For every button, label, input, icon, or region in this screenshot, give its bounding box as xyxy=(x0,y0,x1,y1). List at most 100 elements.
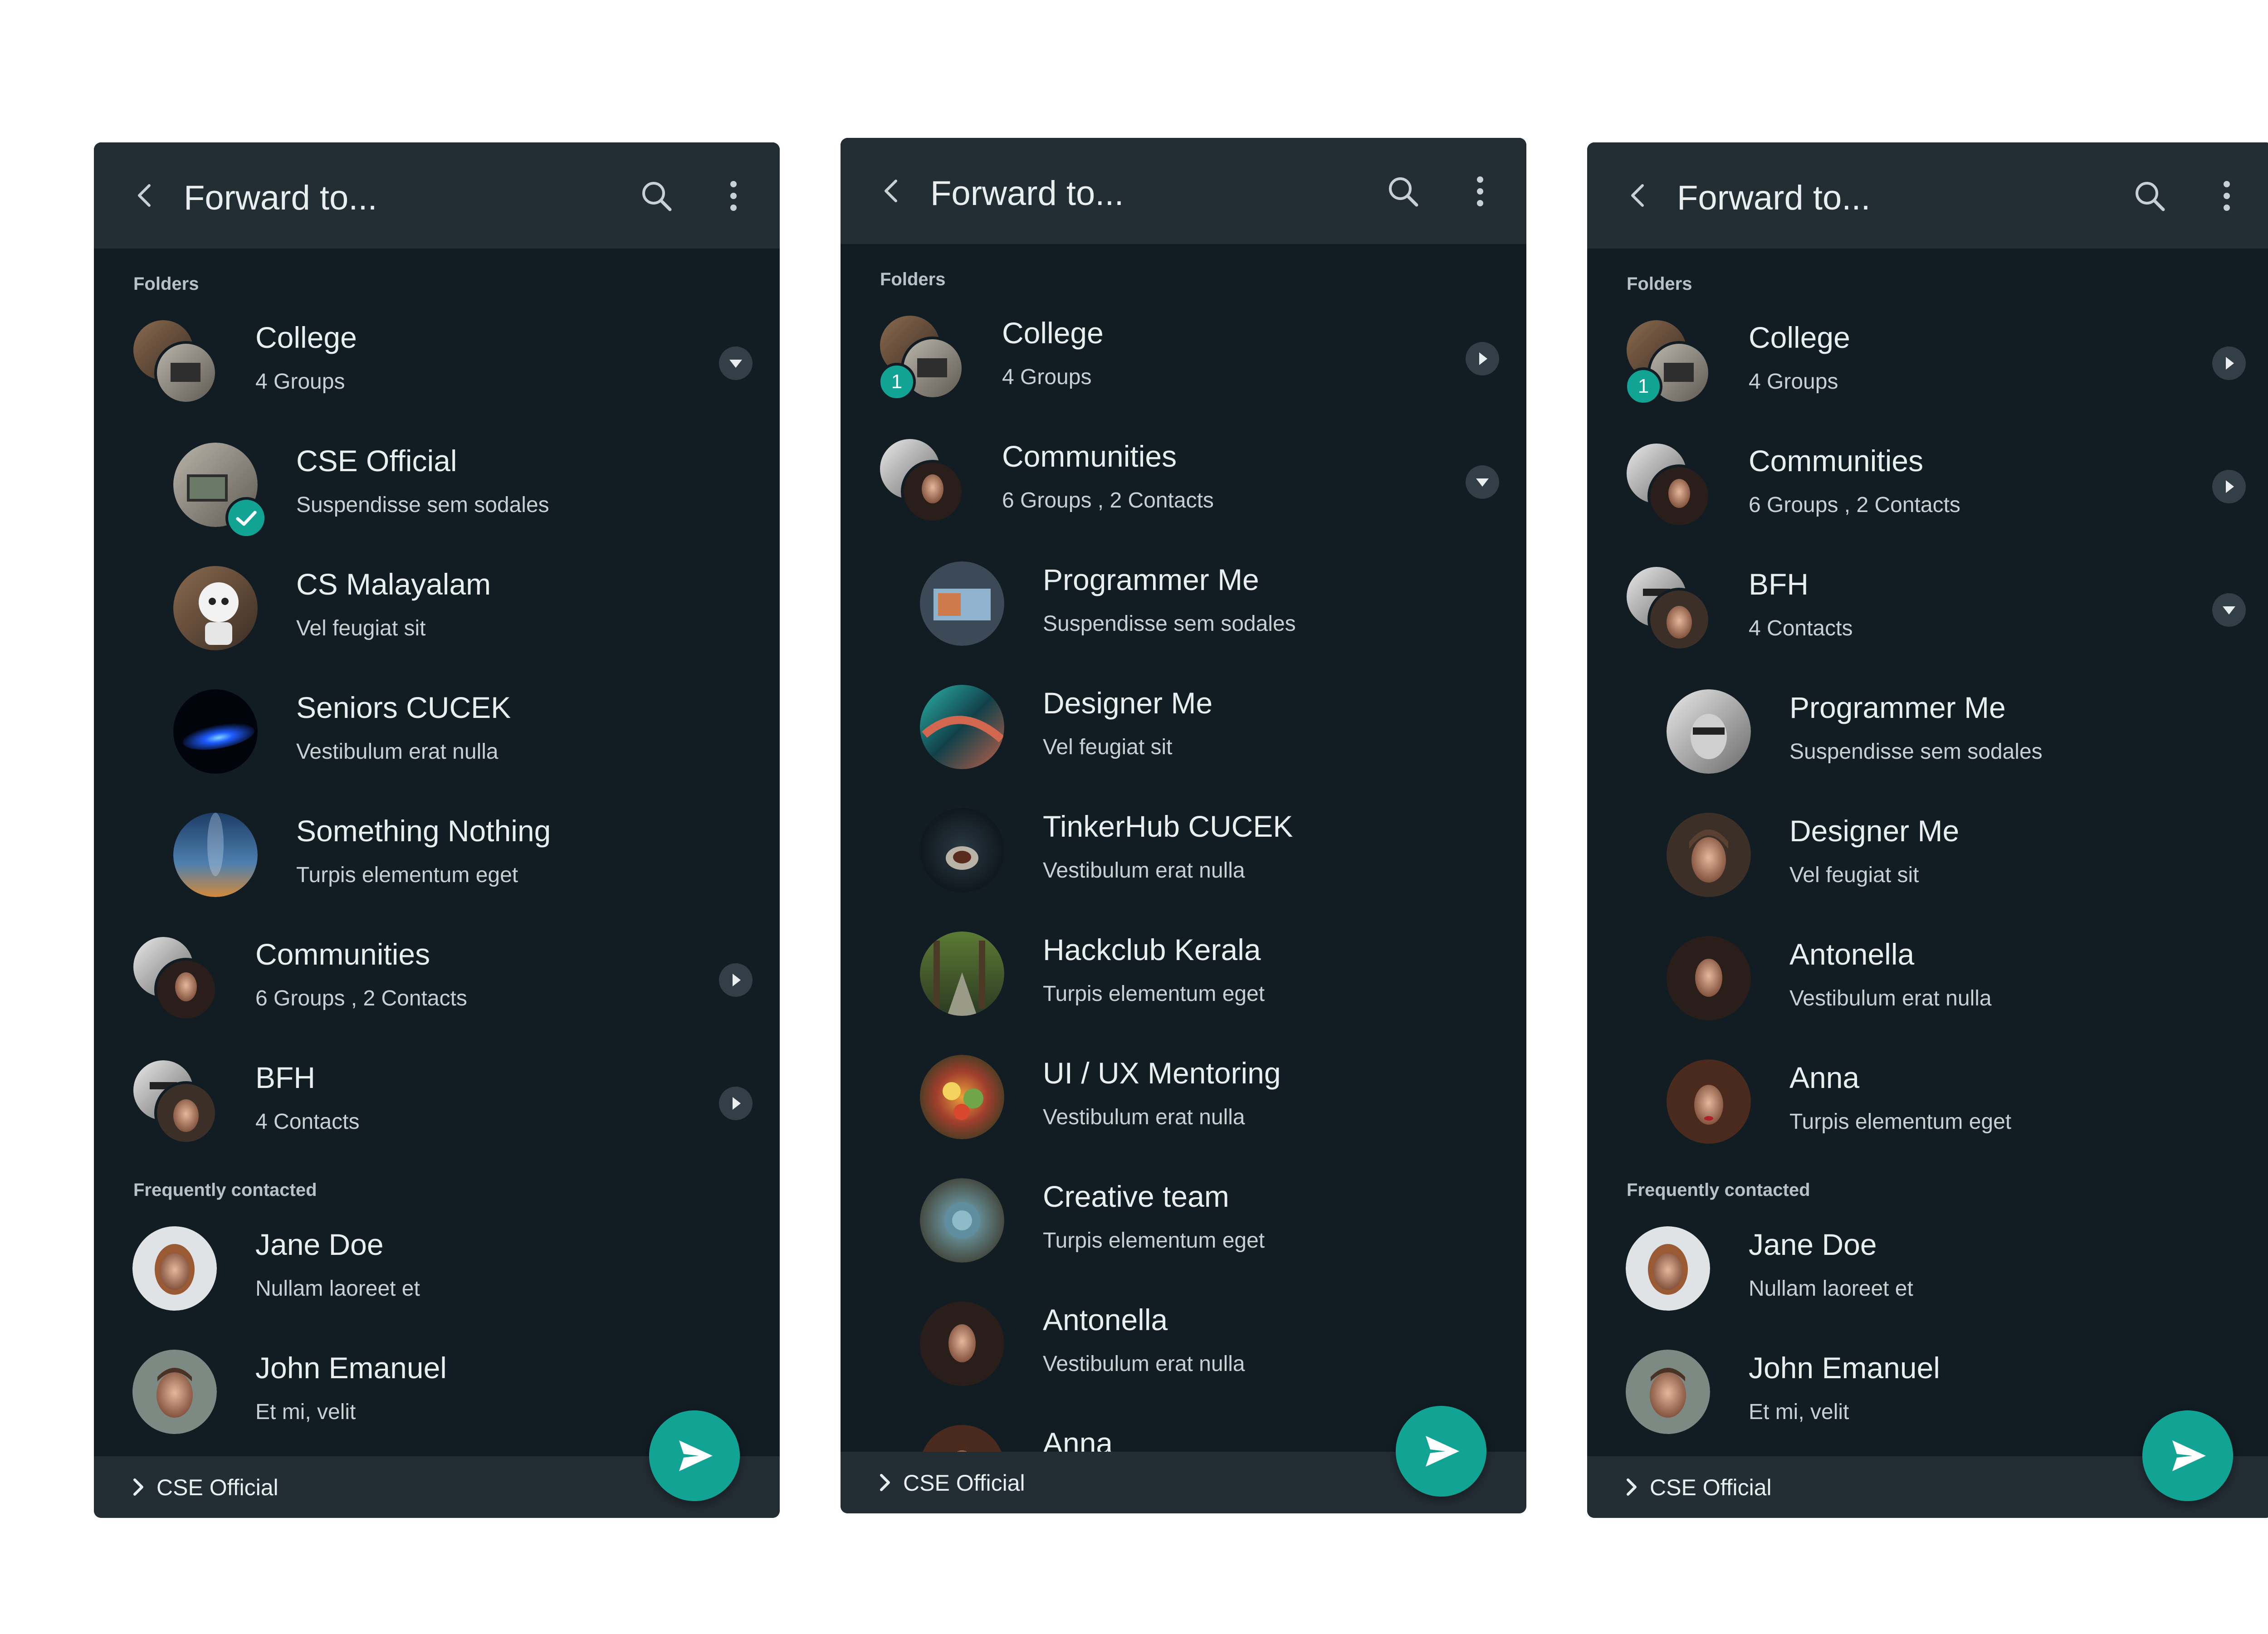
send-button[interactable] xyxy=(1396,1406,1486,1497)
section-frequent: Frequently contacted xyxy=(1627,1180,1810,1200)
group-name: CSE Official xyxy=(296,444,457,478)
section-folders: Folders xyxy=(1627,274,1692,294)
contact-avatar xyxy=(1626,1350,1710,1434)
forward-panel: Forward to... Folders 1 College 4 Groups xyxy=(1587,142,2268,1518)
contact-name: Jane Doe xyxy=(1749,1228,1877,1261)
folder-meta: 6 Groups , 2 Contacts xyxy=(1002,488,1214,512)
group-name: Designer Me xyxy=(1043,686,1213,720)
search-icon[interactable] xyxy=(2131,178,2168,214)
selection-count-badge: 1 xyxy=(1624,367,1662,405)
group-meta: Turpis elementum eget xyxy=(296,863,518,887)
chevron-right-icon[interactable] xyxy=(1466,342,1499,376)
selected-check-icon xyxy=(225,497,267,539)
contact-meta: Nullam laoreet et xyxy=(1749,1277,1913,1301)
contact-avatar xyxy=(920,1302,1004,1386)
group-avatar xyxy=(920,1055,1004,1139)
list-item-programmer-me[interactable]: Programmer Me Suspendisse sem sodales xyxy=(841,561,1526,666)
chevron-right-icon[interactable] xyxy=(719,1087,753,1120)
group-avatar xyxy=(920,932,1004,1016)
contact-meta: Turpis elementum eget xyxy=(1789,1110,2012,1134)
contact-meta: Nullam laoreet et xyxy=(255,1277,420,1301)
contact-name: Antonella xyxy=(1043,1303,1168,1336)
list-item-tinkerhub-cucek[interactable]: TinkerHub CUCEK Vestibulum erat nulla xyxy=(841,808,1526,912)
list-item-designer-me[interactable]: Designer Me Vel feugiat sit xyxy=(1587,813,2268,917)
contact-row-jane-doe[interactable]: Jane Doe Nullam laoreet et xyxy=(1587,1226,2268,1331)
group-meta: Suspendisse sem sodales xyxy=(296,493,549,517)
list-item-programmer-me[interactable]: Programmer Me Suspendisse sem sodales xyxy=(1587,689,2268,794)
folder-avatar xyxy=(1627,444,1711,528)
folder-row-communities[interactable]: Communities 6 Groups , 2 Contacts xyxy=(94,936,780,1040)
folder-row-bfh[interactable]: BFH 4 Contacts xyxy=(94,1059,780,1164)
chevron-right-icon[interactable] xyxy=(2212,346,2246,380)
folder-name: Communities xyxy=(255,937,430,971)
group-avatar xyxy=(920,685,1004,769)
chevron-left-icon[interactable] xyxy=(130,181,159,210)
chevron-right-icon[interactable] xyxy=(2212,470,2246,503)
chevron-right-icon[interactable] xyxy=(719,963,753,997)
group-meta: Vestibulum erat nulla xyxy=(1043,858,1245,883)
group-meta: Suspendisse sem sodales xyxy=(1043,612,1296,636)
list-item-ui-ux-mentoring[interactable]: UI / UX Mentoring Vestibulum erat nulla xyxy=(841,1055,1526,1159)
folder-name: College xyxy=(1749,321,1850,354)
folder-meta: 4 Contacts xyxy=(1749,616,1853,640)
group-avatar xyxy=(920,808,1004,893)
folder-row-communities[interactable]: Communities 6 Groups , 2 Contacts xyxy=(841,438,1526,542)
folder-meta: 4 Contacts xyxy=(255,1110,360,1134)
contact-meta: Vestibulum erat nulla xyxy=(1789,986,1992,1010)
contact-avatar xyxy=(132,1226,217,1311)
send-button[interactable] xyxy=(649,1410,740,1501)
contact-meta: Vel feugiat sit xyxy=(1789,863,1919,887)
list-item-anna[interactable]: Anna Turpis elementum eget xyxy=(1587,1059,2268,1164)
folder-avatar xyxy=(880,439,964,523)
folder-row-college[interactable]: 1 College 4 Groups xyxy=(841,315,1526,419)
more-vertical-icon[interactable] xyxy=(1466,173,1494,210)
search-icon[interactable] xyxy=(638,178,675,214)
group-avatar xyxy=(173,566,258,650)
chevron-down-icon[interactable] xyxy=(2212,593,2246,627)
more-vertical-icon[interactable] xyxy=(720,178,747,214)
group-name: CS Malayalam xyxy=(296,567,491,601)
top-app-bar: Forward to... xyxy=(1587,142,2268,249)
folder-name: College xyxy=(1002,316,1104,350)
forward-panel: Forward to... Folders College 4 Groups C… xyxy=(94,142,780,1518)
folder-meta: 4 Groups xyxy=(1749,370,1838,394)
list-item-creative-team[interactable]: Creative team Turpis elementum eget xyxy=(841,1178,1526,1283)
chevron-down-icon[interactable] xyxy=(1466,465,1499,499)
contact-name: Anna xyxy=(1789,1061,1860,1094)
contact-avatar xyxy=(1626,1226,1710,1311)
chevron-right-icon xyxy=(133,1478,143,1496)
chevron-left-icon[interactable] xyxy=(1623,181,1652,210)
contact-row-jane-doe[interactable]: Jane Doe Nullam laoreet et xyxy=(94,1226,780,1331)
group-meta: Vel feugiat sit xyxy=(296,616,426,640)
list-item-antonella[interactable]: Antonella Vestibulum erat nulla xyxy=(841,1302,1526,1406)
list-item-seniors-cucek[interactable]: Seniors CUCEK Vestibulum erat nulla xyxy=(94,689,780,794)
list-item-designer-me[interactable]: Designer Me Vel feugiat sit xyxy=(841,685,1526,789)
group-avatar xyxy=(920,1178,1004,1263)
folder-row-college[interactable]: 1 College 4 Groups xyxy=(1587,319,2268,424)
chevron-left-icon[interactable] xyxy=(877,176,906,205)
group-name: Hackclub Kerala xyxy=(1043,933,1261,966)
group-meta: Vel feugiat sit xyxy=(1043,735,1173,759)
folder-name: College xyxy=(255,321,357,354)
section-frequent: Frequently contacted xyxy=(133,1180,317,1200)
folder-meta: 4 Groups xyxy=(255,370,345,394)
search-icon[interactable] xyxy=(1385,173,1421,210)
folder-row-college[interactable]: College 4 Groups xyxy=(94,319,780,424)
folder-name: BFH xyxy=(255,1061,315,1094)
selected-target-label: CSE Official xyxy=(903,1470,1025,1496)
top-app-bar: Forward to... xyxy=(94,142,780,249)
group-name: Creative team xyxy=(1043,1180,1229,1213)
more-vertical-icon[interactable] xyxy=(2213,178,2240,214)
folder-row-communities[interactable]: Communities 6 Groups , 2 Contacts xyxy=(1587,443,2268,547)
top-app-bar: Forward to... xyxy=(841,138,1526,244)
contact-name: Designer Me xyxy=(1789,814,1960,848)
list-item-cse-official[interactable]: CSE Official Suspendisse sem sodales xyxy=(94,443,780,547)
list-item-antonella[interactable]: Antonella Vestibulum erat nulla xyxy=(1587,936,2268,1040)
list-item-something-nothing[interactable]: Something Nothing Turpis elementum eget xyxy=(94,813,780,917)
list-item-cs-malayalam[interactable]: CS Malayalam Vel feugiat sit xyxy=(94,566,780,670)
send-button[interactable] xyxy=(2142,1410,2233,1501)
list-item-hackclub-kerala[interactable]: Hackclub Kerala Turpis elementum eget xyxy=(841,932,1526,1036)
chevron-down-icon[interactable] xyxy=(719,346,753,380)
contact-name: John Emanuel xyxy=(1749,1351,1940,1385)
folder-row-bfh[interactable]: BFH 4 Contacts xyxy=(1587,566,2268,670)
